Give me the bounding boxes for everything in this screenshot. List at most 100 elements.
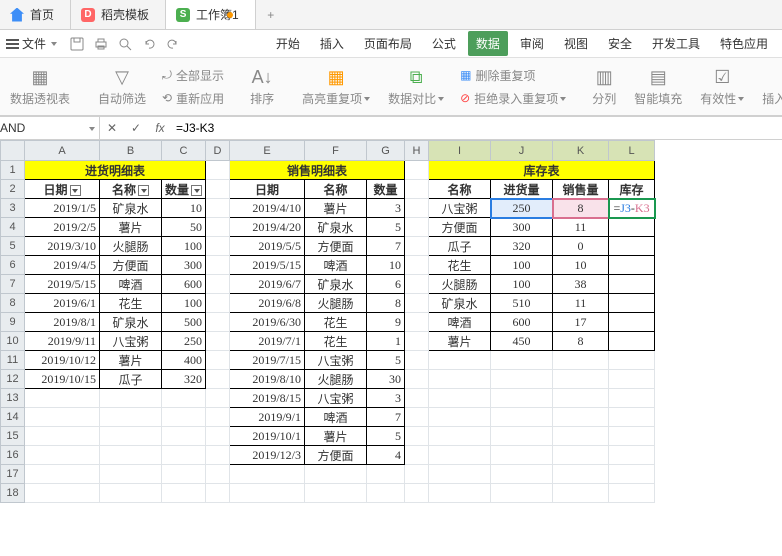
cell-J17[interactable] bbox=[491, 465, 553, 484]
cell-H6[interactable] bbox=[405, 256, 429, 275]
cell-I3[interactable]: 八宝粥 bbox=[429, 199, 491, 218]
cell-E13[interactable]: 2019/8/15 bbox=[230, 389, 305, 408]
cell-K10[interactable]: 8 bbox=[553, 332, 609, 351]
cell-K4[interactable]: 11 bbox=[553, 218, 609, 237]
cell-E3[interactable]: 2019/4/10 bbox=[230, 199, 305, 218]
cell-D6[interactable] bbox=[206, 256, 230, 275]
cell-K3[interactable]: 8 bbox=[553, 199, 609, 218]
row-header-17[interactable]: 17 bbox=[1, 465, 25, 484]
cell-I12[interactable] bbox=[429, 370, 491, 389]
cell-A1[interactable]: 进货明细表 bbox=[25, 161, 206, 180]
row-header-11[interactable]: 11 bbox=[1, 351, 25, 370]
row-header-7[interactable]: 7 bbox=[1, 275, 25, 294]
cell-I13[interactable] bbox=[429, 389, 491, 408]
cell-B11[interactable]: 薯片 bbox=[100, 351, 162, 370]
cell-D1[interactable] bbox=[206, 161, 230, 180]
col-header-A[interactable]: A bbox=[25, 141, 100, 161]
cell-G5[interactable]: 7 bbox=[367, 237, 405, 256]
cell-F6[interactable]: 啤酒 bbox=[305, 256, 367, 275]
cell-C12[interactable]: 320 bbox=[162, 370, 206, 389]
cell-I17[interactable] bbox=[429, 465, 491, 484]
cell-G6[interactable]: 10 bbox=[367, 256, 405, 275]
cell-E17[interactable] bbox=[230, 465, 305, 484]
cell-J14[interactable] bbox=[491, 408, 553, 427]
row-header-5[interactable]: 5 bbox=[1, 237, 25, 256]
cell-K7[interactable]: 38 bbox=[553, 275, 609, 294]
cell-D14[interactable] bbox=[206, 408, 230, 427]
cell-D2[interactable] bbox=[206, 180, 230, 199]
accept-formula-icon[interactable]: ✓ bbox=[124, 121, 148, 135]
sort-button[interactable]: A↓排序 bbox=[244, 58, 280, 115]
cell-L7[interactable] bbox=[609, 275, 655, 294]
cell-H14[interactable] bbox=[405, 408, 429, 427]
cell-K17[interactable] bbox=[553, 465, 609, 484]
cell-J5[interactable]: 320 bbox=[491, 237, 553, 256]
cell-F13[interactable]: 八宝粥 bbox=[305, 389, 367, 408]
cell-A15[interactable] bbox=[25, 427, 100, 446]
cell-K15[interactable] bbox=[553, 427, 609, 446]
cell-E16[interactable]: 2019/12/3 bbox=[230, 446, 305, 465]
cell-G12[interactable]: 30 bbox=[367, 370, 405, 389]
col-header-B[interactable]: B bbox=[100, 141, 162, 161]
row-header-14[interactable]: 14 bbox=[1, 408, 25, 427]
cell-I4[interactable]: 方便面 bbox=[429, 218, 491, 237]
cell-H12[interactable] bbox=[405, 370, 429, 389]
cell-I8[interactable]: 矿泉水 bbox=[429, 294, 491, 313]
cell-F7[interactable]: 矿泉水 bbox=[305, 275, 367, 294]
menu-security[interactable]: 安全 bbox=[600, 31, 640, 56]
cell-C8[interactable]: 100 bbox=[162, 294, 206, 313]
show-all-button[interactable]: ⤾全部显示 bbox=[158, 65, 228, 86]
cell-C9[interactable]: 500 bbox=[162, 313, 206, 332]
cell-E18[interactable] bbox=[230, 484, 305, 503]
cell-H8[interactable] bbox=[405, 294, 429, 313]
filter-icon[interactable] bbox=[191, 185, 202, 196]
cell-D16[interactable] bbox=[206, 446, 230, 465]
cell-B8[interactable]: 花生 bbox=[100, 294, 162, 313]
col-header-L[interactable]: L bbox=[609, 141, 655, 161]
cell-E5[interactable]: 2019/5/5 bbox=[230, 237, 305, 256]
cell-C17[interactable] bbox=[162, 465, 206, 484]
cell-A2[interactable]: 日期 bbox=[25, 180, 100, 199]
cell-B6[interactable]: 方便面 bbox=[100, 256, 162, 275]
cell-D12[interactable] bbox=[206, 370, 230, 389]
cell-D5[interactable] bbox=[206, 237, 230, 256]
cell-F15[interactable]: 薯片 bbox=[305, 427, 367, 446]
cell-J18[interactable] bbox=[491, 484, 553, 503]
highlight-dup-button[interactable]: ▦高亮重复项 bbox=[296, 58, 376, 115]
cell-H5[interactable] bbox=[405, 237, 429, 256]
cell-H17[interactable] bbox=[405, 465, 429, 484]
cell-J8[interactable]: 510 bbox=[491, 294, 553, 313]
cell-J16[interactable] bbox=[491, 446, 553, 465]
col-header-G[interactable]: G bbox=[367, 141, 405, 161]
cell-F5[interactable]: 方便面 bbox=[305, 237, 367, 256]
cell-B17[interactable] bbox=[100, 465, 162, 484]
cell-L18[interactable] bbox=[609, 484, 655, 503]
menu-formula[interactable]: 公式 bbox=[424, 31, 464, 56]
cell-F4[interactable]: 矿泉水 bbox=[305, 218, 367, 237]
cell-I16[interactable] bbox=[429, 446, 491, 465]
cell-G7[interactable]: 6 bbox=[367, 275, 405, 294]
cell-G15[interactable]: 5 bbox=[367, 427, 405, 446]
cell-H18[interactable] bbox=[405, 484, 429, 503]
cell-F18[interactable] bbox=[305, 484, 367, 503]
cancel-formula-icon[interactable]: ✕ bbox=[100, 121, 124, 135]
cell-A18[interactable] bbox=[25, 484, 100, 503]
row-header-18[interactable]: 18 bbox=[1, 484, 25, 503]
cell-D8[interactable] bbox=[206, 294, 230, 313]
cell-L13[interactable] bbox=[609, 389, 655, 408]
cell-L17[interactable] bbox=[609, 465, 655, 484]
cell-B14[interactable] bbox=[100, 408, 162, 427]
cell-H9[interactable] bbox=[405, 313, 429, 332]
menu-dev[interactable]: 开发工具 bbox=[644, 31, 708, 56]
cell-L15[interactable] bbox=[609, 427, 655, 446]
col-header-H[interactable]: H bbox=[405, 141, 429, 161]
cell-C14[interactable] bbox=[162, 408, 206, 427]
cell-H7[interactable] bbox=[405, 275, 429, 294]
cell-C4[interactable]: 50 bbox=[162, 218, 206, 237]
cell-E6[interactable]: 2019/5/15 bbox=[230, 256, 305, 275]
cell-A17[interactable] bbox=[25, 465, 100, 484]
cell-F12[interactable]: 火腿肠 bbox=[305, 370, 367, 389]
cell-C10[interactable]: 250 bbox=[162, 332, 206, 351]
cell-K18[interactable] bbox=[553, 484, 609, 503]
col-header-F[interactable]: F bbox=[305, 141, 367, 161]
